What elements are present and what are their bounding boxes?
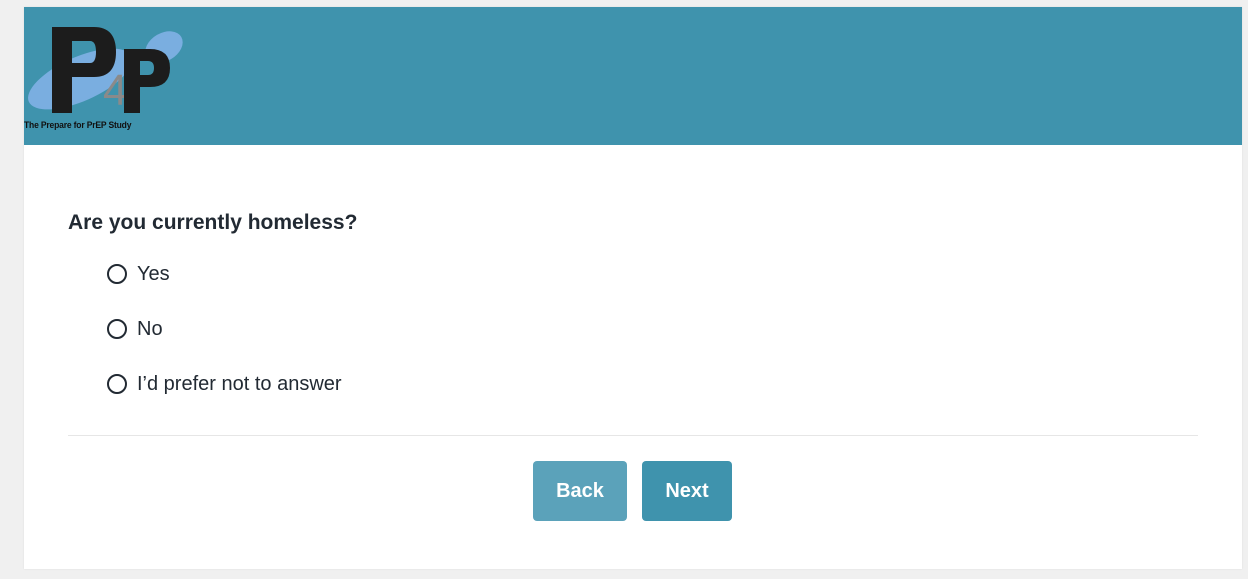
divider bbox=[68, 435, 1198, 436]
header-banner: 4 The Prepare for PrEP Study bbox=[24, 7, 1242, 145]
option-no[interactable]: No bbox=[107, 314, 342, 344]
radio-button-icon[interactable] bbox=[107, 374, 127, 394]
survey-card: 4 The Prepare for PrEP Study Are you cur… bbox=[24, 7, 1242, 569]
study-logo: 4 The Prepare for PrEP Study bbox=[24, 7, 194, 145]
svg-text:4: 4 bbox=[103, 66, 127, 115]
logo-caption: The Prepare for PrEP Study bbox=[24, 120, 132, 131]
option-yes[interactable]: Yes bbox=[107, 259, 342, 289]
answer-options: Yes No I’d prefer not to answer bbox=[107, 259, 342, 424]
radio-button-icon[interactable] bbox=[107, 319, 127, 339]
question-text: Are you currently homeless? bbox=[68, 211, 358, 234]
option-prefer-not-to-answer[interactable]: I’d prefer not to answer bbox=[107, 369, 342, 399]
option-label: No bbox=[137, 317, 163, 340]
next-button[interactable]: Next bbox=[642, 461, 732, 521]
back-button[interactable]: Back bbox=[533, 461, 627, 521]
option-label: I’d prefer not to answer bbox=[137, 372, 342, 395]
radio-button-icon[interactable] bbox=[107, 264, 127, 284]
option-label: Yes bbox=[137, 262, 170, 285]
